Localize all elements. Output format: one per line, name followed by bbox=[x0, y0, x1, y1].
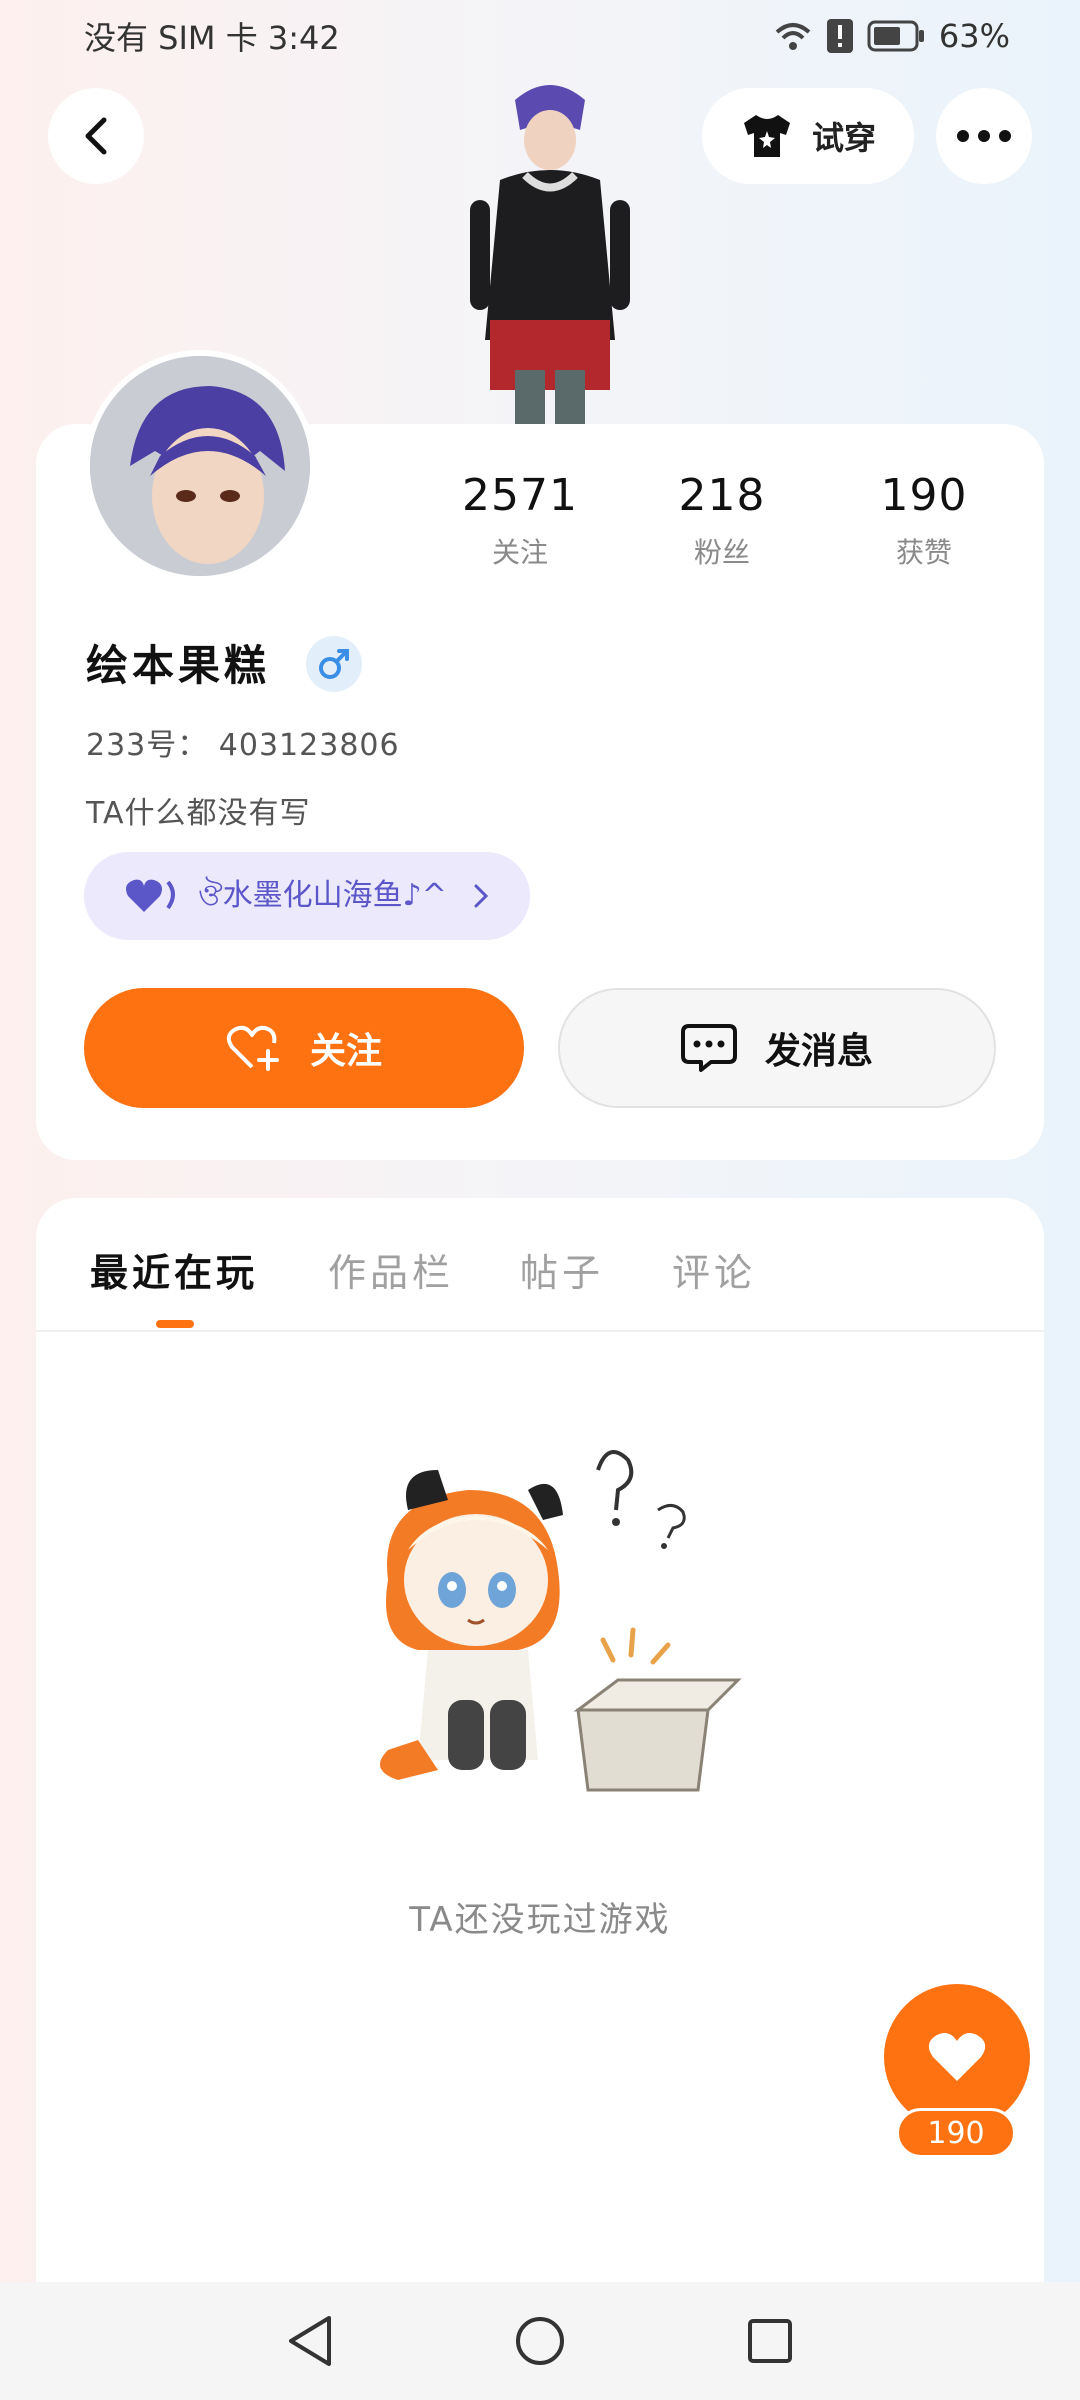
tab-works[interactable]: 作品栏 bbox=[328, 1242, 454, 1297]
nav-home-button[interactable] bbox=[500, 2301, 580, 2381]
stat-label: 粉丝 bbox=[693, 536, 750, 569]
alert-icon bbox=[826, 19, 853, 53]
tab-bar: 最近在玩 作品栏 帖子 评论 bbox=[36, 1198, 1044, 1332]
like-count-badge: 190 bbox=[896, 2108, 1016, 2158]
try-on-label: 试穿 bbox=[811, 119, 876, 157]
gender-badge bbox=[306, 636, 362, 692]
follow-label: 关注 bbox=[309, 1031, 382, 1072]
male-icon bbox=[319, 649, 349, 679]
heart-plus-icon bbox=[226, 1025, 279, 1071]
username: 绘本果糕 bbox=[86, 641, 271, 690]
circle-home-icon bbox=[516, 2317, 564, 2365]
square-recents-icon bbox=[748, 2319, 792, 2363]
triangle-back-icon bbox=[289, 2316, 331, 2366]
follow-button[interactable]: 关注 bbox=[84, 988, 524, 1108]
more-icon bbox=[957, 130, 1011, 142]
message-button[interactable]: 发消息 bbox=[558, 988, 996, 1108]
avatar[interactable] bbox=[84, 350, 316, 582]
bio: TA什么都没有写 bbox=[86, 796, 311, 831]
heart-icon bbox=[928, 2033, 986, 2081]
tab-comments[interactable]: 评论 bbox=[672, 1242, 756, 1297]
status-bar: 没有 SIM 卡 3:42 63% bbox=[0, 0, 1080, 72]
message-label: 发消息 bbox=[764, 1031, 873, 1072]
more-button[interactable] bbox=[936, 88, 1032, 184]
stat-value: 218 bbox=[678, 470, 766, 521]
nav-back-button[interactable] bbox=[270, 2301, 350, 2381]
user-id: 233号： 403123806 bbox=[86, 728, 400, 763]
battery-icon bbox=[867, 20, 924, 52]
empty-state-illustration bbox=[380, 1450, 742, 1792]
stat-label: 关注 bbox=[491, 536, 548, 569]
guild-label: ঔ水墨化山海鱼♪^ bbox=[198, 878, 447, 913]
tab-posts[interactable]: 帖子 bbox=[520, 1242, 604, 1297]
stats-row: 2571 关注 218 粉丝 190 获赞 bbox=[440, 470, 1040, 580]
avatar-3d-figure bbox=[470, 85, 630, 430]
empty-state-text: TA还没玩过游戏 bbox=[409, 1900, 671, 1940]
stat-followers[interactable]: 218 粉丝 bbox=[642, 470, 802, 571]
stat-following[interactable]: 2571 关注 bbox=[440, 470, 600, 571]
guild-tag[interactable]: ঔ水墨化山海鱼♪^ bbox=[84, 852, 530, 940]
chevron-right-icon bbox=[474, 884, 489, 908]
back-button[interactable] bbox=[48, 88, 144, 184]
stat-value: 190 bbox=[880, 470, 968, 521]
stat-label: 获赞 bbox=[895, 536, 952, 569]
heart-badge-icon bbox=[126, 879, 175, 912]
status-icons: 63% bbox=[773, 17, 1010, 55]
battery-percent: 63% bbox=[938, 17, 1010, 55]
tab-indicator bbox=[156, 1320, 194, 1328]
shirt-icon bbox=[743, 115, 790, 157]
stat-likes[interactable]: 190 获赞 bbox=[844, 470, 1004, 571]
back-icon bbox=[85, 117, 107, 155]
chat-bubble-icon bbox=[680, 1024, 737, 1072]
carrier-time: 没有 SIM 卡 3:42 bbox=[84, 19, 340, 57]
wifi-icon bbox=[775, 23, 811, 50]
system-nav-bar bbox=[0, 2282, 1080, 2400]
nav-recents-button[interactable] bbox=[730, 2301, 810, 2381]
try-on-button[interactable]: 试穿 bbox=[702, 88, 914, 184]
stat-value: 2571 bbox=[462, 470, 578, 521]
tab-recently-played[interactable]: 最近在玩 bbox=[90, 1242, 258, 1297]
